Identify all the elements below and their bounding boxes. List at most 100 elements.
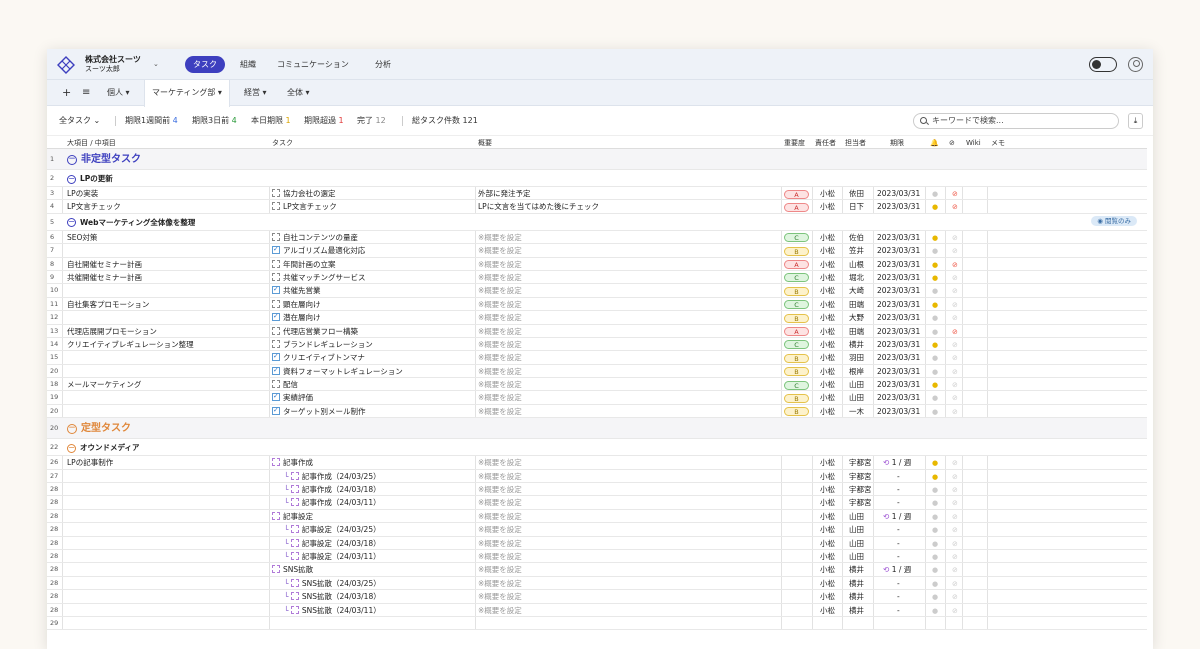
task-checkbox[interactable] — [290, 578, 299, 587]
mute-cell[interactable]: ⊘ — [952, 470, 958, 482]
collapse-icon[interactable]: − — [67, 174, 76, 184]
assignee-cell[interactable]: 日下 — [849, 200, 864, 212]
category-cell[interactable]: 代理店展開プロモーション — [67, 325, 267, 337]
task-checkbox[interactable] — [272, 232, 280, 241]
due-cell[interactable]: 2023/03/31 — [877, 365, 920, 377]
col-summary[interactable]: 概要 — [478, 137, 492, 148]
mute-icon[interactable]: ⊘ — [952, 190, 958, 198]
mute-icon[interactable]: ⊘ — [952, 408, 958, 416]
download-button[interactable]: ⤓ — [1128, 113, 1143, 129]
due-cell[interactable]: ⟲ 1 / 週 — [883, 456, 911, 468]
assignee-cell[interactable]: 大崎 — [849, 284, 864, 296]
due-cell[interactable]: 2023/03/31 — [877, 325, 920, 337]
priority-cell[interactable]: C — [784, 298, 814, 310]
mute-icon[interactable]: ⊘ — [952, 368, 958, 376]
summary-cell[interactable]: ※概要を設定 — [478, 378, 778, 390]
category-cell[interactable]: 共催開催セミナー計画 — [67, 271, 267, 283]
mute-icon[interactable]: ⊘ — [952, 247, 958, 255]
due-cell[interactable]: - — [897, 550, 900, 562]
bell-icon[interactable]: 🔔 — [930, 137, 939, 148]
task-cell[interactable]: 共催先営業 — [272, 284, 472, 297]
owner-cell[interactable]: 小松 — [820, 365, 835, 377]
mute-icon[interactable]: ⊘ — [949, 137, 955, 148]
summary-cell[interactable]: ※概要を設定 — [478, 231, 778, 243]
task-checkbox[interactable] — [272, 339, 280, 348]
category-cell[interactable]: LPの実装 — [67, 187, 267, 199]
priority-cell[interactable]: C — [784, 271, 814, 283]
bell-icon[interactable]: ● — [932, 328, 938, 336]
mute-icon[interactable]: ⊘ — [952, 526, 958, 534]
task-cell[interactable]: └ 記事作成（24/03/11） — [284, 496, 484, 508]
due-cell[interactable]: 2023/03/31 — [877, 187, 920, 199]
mute-icon[interactable]: ⊘ — [952, 553, 958, 561]
table-row[interactable]: 3 LPの実装 協力会社の選定 外部に発注予定 A 小松 依田 2023/03/… — [47, 187, 1147, 201]
task-cell[interactable]: 資料フォーマットレギュレーション — [272, 365, 472, 377]
assignee-cell[interactable]: 横井 — [849, 590, 864, 602]
summary-cell[interactable]: ※概要を設定 — [478, 590, 778, 602]
task-checkbox[interactable] — [272, 565, 280, 574]
assignee-cell[interactable]: 田端 — [849, 298, 864, 310]
assignee-cell[interactable]: 羽田 — [849, 351, 864, 363]
assignee-cell[interactable]: 山田 — [849, 537, 864, 549]
collapse-icon[interactable]: − — [67, 424, 77, 435]
owner-cell[interactable]: 小松 — [820, 470, 835, 482]
bell-icon[interactable]: ● — [932, 354, 938, 362]
notification-cell[interactable]: ● — [932, 338, 938, 350]
priority-cell[interactable] — [784, 483, 814, 495]
category-cell[interactable] — [67, 510, 267, 522]
task-checkbox[interactable] — [272, 351, 280, 364]
owner-cell[interactable]: 小松 — [820, 200, 835, 212]
filter-overdue[interactable]: 期限超過 1 — [304, 116, 344, 126]
notification-cell[interactable]: ● — [932, 378, 938, 390]
mute-cell[interactable]: ⊘ — [952, 378, 958, 390]
assignee-cell[interactable]: 佐伯 — [849, 231, 864, 243]
priority-badge[interactable]: C — [784, 340, 809, 350]
task-checkbox[interactable] — [272, 326, 280, 335]
group-header[interactable]: − Webマーケティング全体像を整理 — [67, 214, 195, 230]
notification-cell[interactable]: ● — [932, 298, 938, 310]
mute-cell[interactable]: ⊘ — [952, 271, 958, 283]
task-cell[interactable]: ターゲット別メール制作 — [272, 405, 472, 417]
group-header[interactable]: − オウンドメディア — [67, 439, 139, 455]
notification-cell[interactable]: ● — [932, 496, 938, 508]
table-row[interactable]: 28 SNS拡散 ※概要を設定 小松 横井 ⟲ 1 / 週 ● ⊘ — [47, 563, 1147, 577]
priority-cell[interactable] — [784, 590, 814, 602]
priority-badge[interactable]: A — [784, 327, 809, 337]
owner-cell[interactable]: 小松 — [820, 338, 835, 350]
bell-icon[interactable]: ● — [932, 247, 938, 255]
mute-icon[interactable]: ⊘ — [952, 540, 958, 548]
bell-icon[interactable]: ● — [932, 381, 938, 389]
table-row[interactable]: 28 └ 記事設定（24/03/18） ※概要を設定 小松 山田 - ● ⊘ — [47, 536, 1147, 550]
bell-icon[interactable]: ● — [932, 553, 938, 561]
task-cell[interactable]: 協力会社の選定 — [272, 187, 472, 199]
summary-cell[interactable]: ※概要を設定 — [478, 391, 778, 403]
due-cell[interactable]: 2023/03/31 — [877, 231, 920, 243]
view-tab-personal[interactable]: 個人 ▾ — [107, 80, 130, 106]
due-cell[interactable]: 2023/03/31 — [877, 391, 920, 403]
mute-cell[interactable]: ⊘ — [952, 550, 958, 562]
task-cell[interactable]: アルゴリズム最適化対応 — [272, 244, 472, 257]
task-checkbox[interactable] — [290, 498, 299, 507]
due-cell[interactable]: 2023/03/31 — [877, 258, 920, 270]
due-cell[interactable]: - — [897, 470, 900, 482]
section-header[interactable]: − 非定型タスク — [67, 149, 141, 169]
mute-cell[interactable]: ⊘ — [952, 563, 958, 575]
col-priority[interactable]: 重要度 — [784, 137, 805, 148]
priority-badge[interactable]: B — [784, 286, 809, 296]
mute-cell[interactable]: ⊘ — [952, 244, 958, 256]
task-checkbox[interactable] — [290, 551, 299, 560]
task-cell[interactable]: └ SNS拡散（24/03/11） — [284, 604, 484, 616]
priority-cell[interactable]: B — [784, 244, 814, 256]
owner-cell[interactable]: 小松 — [820, 590, 835, 602]
notification-cell[interactable]: ● — [932, 351, 938, 363]
bell-icon[interactable]: ● — [932, 580, 938, 588]
task-checkbox[interactable] — [272, 365, 280, 377]
owner-cell[interactable]: 小松 — [820, 550, 835, 562]
notification-cell[interactable]: ● — [932, 325, 938, 337]
priority-cell[interactable]: C — [784, 231, 814, 243]
priority-badge[interactable]: A — [784, 260, 809, 270]
due-cell[interactable]: ⟲ 1 / 週 — [883, 510, 911, 522]
avatar[interactable] — [1128, 57, 1143, 72]
priority-badge[interactable]: B — [784, 313, 809, 323]
bell-icon[interactable]: ● — [932, 540, 938, 548]
